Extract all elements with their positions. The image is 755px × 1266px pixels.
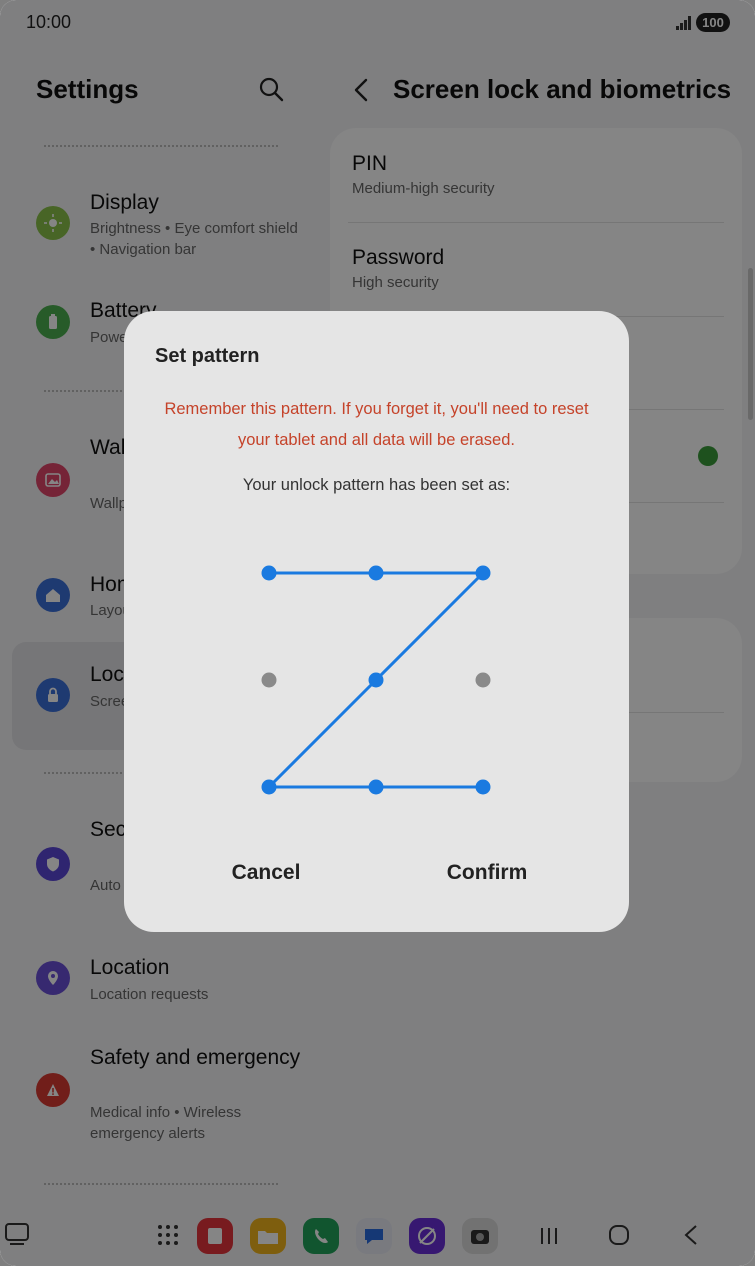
- confirm-button[interactable]: Confirm: [397, 861, 577, 885]
- set-pattern-dialog: Set pattern Remember this pattern. If yo…: [124, 311, 629, 932]
- pattern-dot-selected: [368, 779, 384, 795]
- cancel-button[interactable]: Cancel: [176, 861, 356, 885]
- screen: 10:00 100 Settings Display Brightness • …: [0, 0, 755, 1266]
- dialog-warning-text: Remember this pattern. If you forget it,…: [164, 400, 589, 449]
- pattern-dot-selected: [475, 565, 491, 581]
- pattern-dot-selected: [261, 779, 277, 795]
- dialog-info-text: Your unlock pattern has been set as:: [242, 476, 511, 494]
- pattern-dot-selected: [475, 779, 491, 795]
- dialog-title: Set pattern: [155, 345, 260, 367]
- pattern-line: [374, 571, 485, 682]
- pattern-dot-selected: [368, 565, 384, 581]
- pattern-line: [267, 678, 378, 789]
- pattern-dot: [261, 672, 277, 688]
- unlock-pattern-grid: [261, 565, 491, 795]
- pattern-dot-selected: [261, 565, 277, 581]
- pattern-dot-selected: [368, 672, 384, 688]
- pattern-dot: [475, 672, 491, 688]
